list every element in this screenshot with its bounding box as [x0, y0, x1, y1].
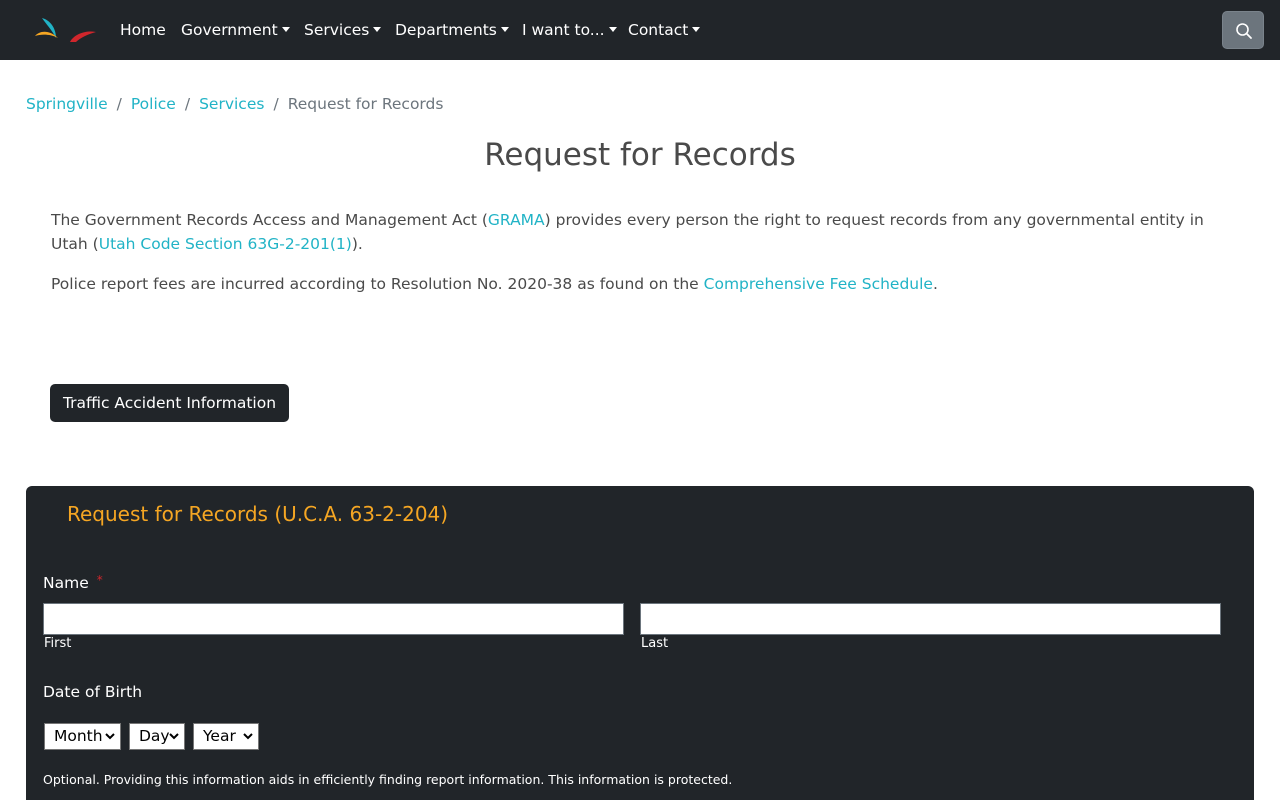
caret-down-icon	[608, 27, 617, 32]
caret-down-icon	[692, 27, 701, 32]
breadcrumb-springville[interactable]: Springville	[26, 95, 108, 113]
fee-schedule-link[interactable]: Comprehensive Fee Schedule	[704, 275, 933, 293]
search-button[interactable]	[1222, 11, 1264, 49]
nav-home[interactable]: Home	[120, 18, 166, 42]
breadcrumb-current: Request for Records	[287, 95, 444, 113]
year-select[interactable]: Year	[193, 723, 259, 750]
nav-i-want-to-label: I want to...	[522, 21, 605, 39]
nav-departments[interactable]: Departments	[395, 18, 509, 42]
grama-text-3: ).	[351, 235, 363, 253]
top-navbar: Home Government Services Departments I w…	[0, 0, 1280, 60]
month-select-value: Month	[54, 727, 103, 745]
nav-i-want-to[interactable]: I want to...	[522, 18, 617, 42]
chevron-down-icon	[169, 733, 179, 740]
nav-home-label: Home	[120, 21, 166, 39]
required-mark: *	[96, 573, 103, 587]
breadcrumb-separator: /	[184, 95, 191, 113]
records-request-form: Request for Records (U.C.A. 63-2-204) Na…	[26, 486, 1254, 800]
month-select[interactable]: Month	[44, 723, 121, 750]
nav-departments-label: Departments	[395, 21, 497, 39]
grama-text-1: The Government Records Access and Manage…	[51, 211, 488, 229]
nav-contact-label: Contact	[628, 21, 689, 39]
nav-contact[interactable]: Contact	[628, 18, 701, 42]
breadcrumb: Springville / Police / Services / Request for …	[26, 94, 443, 114]
grama-paragraph: The Government Records Access and Manage…	[51, 208, 1231, 256]
name-label-text: Name	[43, 574, 89, 592]
first-name-sublabel: First	[44, 636, 72, 651]
nav-services-label: Services	[304, 21, 370, 39]
fees-paragraph: Police report fees are incurred accordin…	[51, 272, 1231, 296]
day-select[interactable]: Day	[129, 723, 185, 750]
dob-label: Date of Birth	[43, 683, 143, 701]
first-name-input[interactable]	[43, 603, 624, 635]
form-title: Request for Records (U.C.A. 63-2-204)	[67, 502, 449, 526]
traffic-accident-button[interactable]: Traffic Accident Information	[50, 384, 289, 422]
logo-mark-icon	[35, 18, 96, 42]
nav-services[interactable]: Services	[304, 18, 382, 42]
caret-down-icon	[281, 27, 290, 32]
nav-government-label: Government	[181, 21, 278, 39]
chevron-down-icon	[243, 733, 253, 740]
breadcrumb-services[interactable]: Services	[199, 95, 264, 113]
last-name-input[interactable]	[640, 603, 1221, 635]
fees-text-2: .	[932, 275, 938, 293]
nav-government[interactable]: Government	[181, 18, 290, 42]
page-title: Request for Records	[484, 137, 796, 173]
breadcrumb-separator: /	[273, 95, 279, 113]
search-icon	[1236, 23, 1252, 39]
year-select-value: Year	[203, 727, 236, 745]
day-select-value: Day	[139, 727, 170, 745]
breadcrumb-separator: /	[116, 95, 122, 113]
chevron-down-icon	[105, 733, 115, 740]
fees-text-1: Police report fees are incurred accordin…	[51, 275, 704, 293]
utah-code-link[interactable]: Utah Code Section 63G-2-201(1)	[99, 235, 352, 253]
name-label: Name *	[43, 570, 103, 593]
caret-down-icon	[500, 27, 509, 32]
last-name-sublabel: Last	[641, 636, 669, 651]
caret-down-icon	[373, 27, 382, 32]
grama-link[interactable]: GRAMA	[488, 211, 545, 229]
dob-help-text: Optional. Providing this information aid…	[43, 772, 733, 787]
springville-logo[interactable]	[32, 12, 100, 46]
breadcrumb-police[interactable]: Police	[131, 95, 176, 113]
